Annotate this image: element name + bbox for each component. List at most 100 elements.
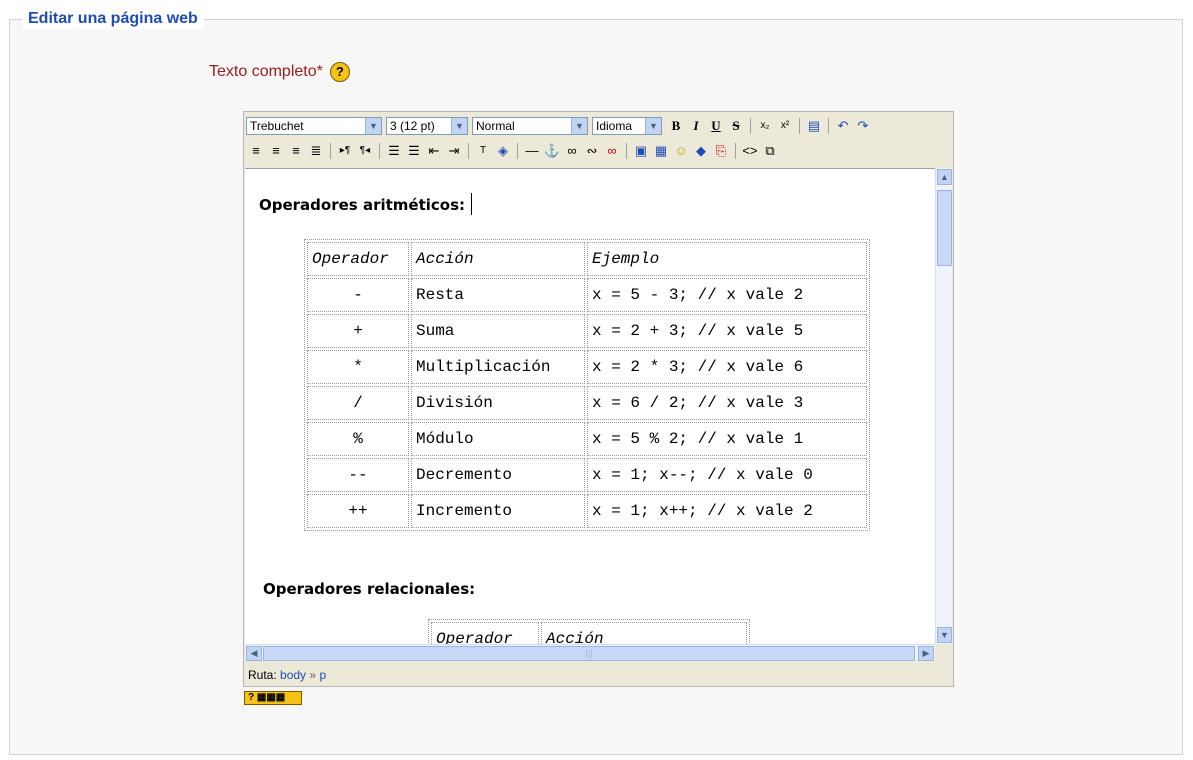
image-icon[interactable]: ▣ bbox=[631, 141, 651, 161]
horizontal-scrollbar-thumb[interactable]: ||| bbox=[263, 646, 915, 661]
table-cell: División bbox=[411, 386, 585, 420]
font-select[interactable]: Trebuchet ▼ bbox=[246, 117, 382, 135]
strikethrough-button[interactable]: S bbox=[726, 116, 746, 136]
ltr-icon[interactable]: ▸¶ bbox=[335, 141, 355, 161]
text-color-icon[interactable]: T bbox=[473, 141, 493, 161]
outdent-icon[interactable]: ⇤ bbox=[424, 141, 444, 161]
html-source-icon[interactable]: <> bbox=[740, 141, 760, 161]
content-heading-relacionales: Operadores relacionales: bbox=[263, 580, 476, 598]
table-header-cell: Operador bbox=[307, 242, 409, 276]
content-heading-aritmeticos: Operadores aritméticos: bbox=[259, 193, 473, 215]
chevron-down-icon: ▼ bbox=[571, 118, 587, 134]
align-left-icon[interactable]: ≡ bbox=[246, 141, 266, 161]
align-center-icon[interactable]: ≡ bbox=[266, 141, 286, 161]
superscript-icon[interactable]: x² bbox=[775, 116, 795, 136]
unlink-icon[interactable]: ∾ bbox=[582, 141, 602, 161]
clean-word-icon[interactable]: ▤ bbox=[804, 116, 824, 136]
field-label: Texto completo * ? bbox=[209, 62, 350, 82]
size-select-value: 3 (12 pt) bbox=[390, 119, 435, 133]
table-cell: Módulo bbox=[411, 422, 585, 456]
table-cell: * bbox=[307, 350, 409, 384]
toolbar-separator bbox=[750, 118, 751, 134]
chevron-down-icon: ▼ bbox=[451, 118, 467, 134]
italic-button[interactable]: I bbox=[686, 116, 706, 136]
keyboard-help-icon[interactable]: ? ▦▦▦ bbox=[244, 691, 302, 705]
smiley-icon[interactable]: ☺ bbox=[671, 141, 691, 161]
scroll-up-icon[interactable]: ▲ bbox=[937, 169, 952, 185]
toolbar-separator bbox=[626, 143, 627, 159]
redo-icon[interactable]: ↷ bbox=[853, 116, 873, 136]
text-caret bbox=[471, 193, 473, 215]
table-cell: x = 5 % 2; // x vale 1 bbox=[587, 422, 867, 456]
table-row: - Resta x = 5 - 3; // x vale 2 bbox=[307, 278, 867, 312]
language-select[interactable]: Idioma ▼ bbox=[592, 117, 662, 135]
indent-icon[interactable]: ⇥ bbox=[444, 141, 464, 161]
table-cell: x = 5 - 3; // x vale 2 bbox=[587, 278, 867, 312]
toolbar-separator bbox=[828, 118, 829, 134]
horizontal-rule-icon[interactable]: — bbox=[522, 141, 542, 161]
fieldset-legend: Editar una página web bbox=[22, 9, 204, 29]
table-cell: x = 6 / 2; // x vale 3 bbox=[587, 386, 867, 420]
align-justify-icon[interactable]: ≣ bbox=[306, 141, 326, 161]
path-link-p[interactable]: p bbox=[319, 668, 326, 682]
scroll-right-icon[interactable]: ▶ bbox=[918, 646, 934, 661]
rtl-icon[interactable]: ¶◂ bbox=[355, 141, 375, 161]
table-cell: Decremento bbox=[411, 458, 585, 492]
table-header-cell: Ejemplo bbox=[587, 242, 867, 276]
vertical-scrollbar[interactable]: ▲ ▼ bbox=[935, 168, 952, 644]
toolbar-separator bbox=[517, 143, 518, 159]
table-row: ++ Incremento x = 1; x++; // x vale 2 bbox=[307, 494, 867, 528]
anchor-icon[interactable]: ⚓ bbox=[542, 141, 562, 161]
table-header-cell: Acción bbox=[541, 622, 747, 645]
unordered-list-icon[interactable]: ☰ bbox=[404, 141, 424, 161]
scroll-left-icon[interactable]: ◀ bbox=[246, 646, 262, 661]
subscript-icon[interactable]: x₂ bbox=[755, 116, 775, 136]
ordered-list-icon[interactable]: ☰ bbox=[384, 141, 404, 161]
help-icon[interactable]: ? bbox=[329, 62, 350, 82]
bold-button[interactable]: B bbox=[666, 116, 686, 136]
undo-icon[interactable]: ↶ bbox=[833, 116, 853, 136]
table-row: / División x = 6 / 2; // x vale 3 bbox=[307, 386, 867, 420]
table-row: + Suma x = 2 + 3; // x vale 5 bbox=[307, 314, 867, 348]
table-cell: x = 1; x--; // x vale 0 bbox=[587, 458, 867, 492]
table-cell: x = 2 * 3; // x vale 6 bbox=[587, 350, 867, 384]
relational-table: Operador Acción bbox=[428, 619, 750, 645]
table-icon[interactable]: ▦ bbox=[651, 141, 671, 161]
special-char-icon[interactable]: ◆ bbox=[691, 141, 711, 161]
format-select[interactable]: Normal ▼ bbox=[472, 117, 588, 135]
toolbar-separator bbox=[379, 143, 380, 159]
path-link-body[interactable]: body bbox=[280, 668, 306, 682]
background-color-icon[interactable]: ◈ bbox=[493, 141, 513, 161]
table-row: % Módulo x = 5 % 2; // x vale 1 bbox=[307, 422, 867, 456]
chevron-down-icon: ▼ bbox=[645, 118, 661, 134]
html-editor: Trebuchet ▼ 3 (12 pt) ▼ Normal ▼ Idioma … bbox=[243, 111, 954, 687]
scrollbar-thumb[interactable] bbox=[937, 190, 952, 266]
underline-button[interactable]: U bbox=[706, 116, 726, 136]
heading-text: Operadores aritméticos: bbox=[259, 196, 466, 214]
align-right-icon[interactable]: ≡ bbox=[286, 141, 306, 161]
table-cell: -- bbox=[307, 458, 409, 492]
nolink-icon[interactable]: ∞ bbox=[602, 141, 622, 161]
operators-table: Operador Acción Ejemplo - Resta x = 5 - … bbox=[304, 239, 870, 531]
toolbar-separator bbox=[799, 118, 800, 134]
table-cell: Multiplicación bbox=[411, 350, 585, 384]
format-select-value: Normal bbox=[476, 119, 515, 133]
table-header-row: Operador Acción bbox=[431, 622, 747, 645]
scroll-down-icon[interactable]: ▼ bbox=[937, 627, 952, 643]
toolbar-separator bbox=[735, 143, 736, 159]
search-replace-icon[interactable]: ⎘ bbox=[711, 141, 731, 161]
status-bar: Ruta: body » p bbox=[245, 666, 326, 684]
table-row: * Multiplicación x = 2 * 3; // x vale 6 bbox=[307, 350, 867, 384]
toolbar-separator bbox=[330, 143, 331, 159]
table-cell: + bbox=[307, 314, 409, 348]
table-header-cell: Operador bbox=[431, 622, 539, 645]
table-cell: ++ bbox=[307, 494, 409, 528]
table-header-row: Operador Acción Ejemplo bbox=[307, 242, 867, 276]
fullscreen-icon[interactable]: ⧉ bbox=[760, 141, 780, 161]
table-cell: % bbox=[307, 422, 409, 456]
toolbar-separator bbox=[468, 143, 469, 159]
size-select[interactable]: 3 (12 pt) ▼ bbox=[386, 117, 468, 135]
editor-content[interactable]: Operadores aritméticos: Operador Acción … bbox=[245, 168, 935, 645]
horizontal-scrollbar[interactable]: ◀ ||| ▶ bbox=[245, 644, 935, 661]
link-icon[interactable]: ∞ bbox=[562, 141, 582, 161]
